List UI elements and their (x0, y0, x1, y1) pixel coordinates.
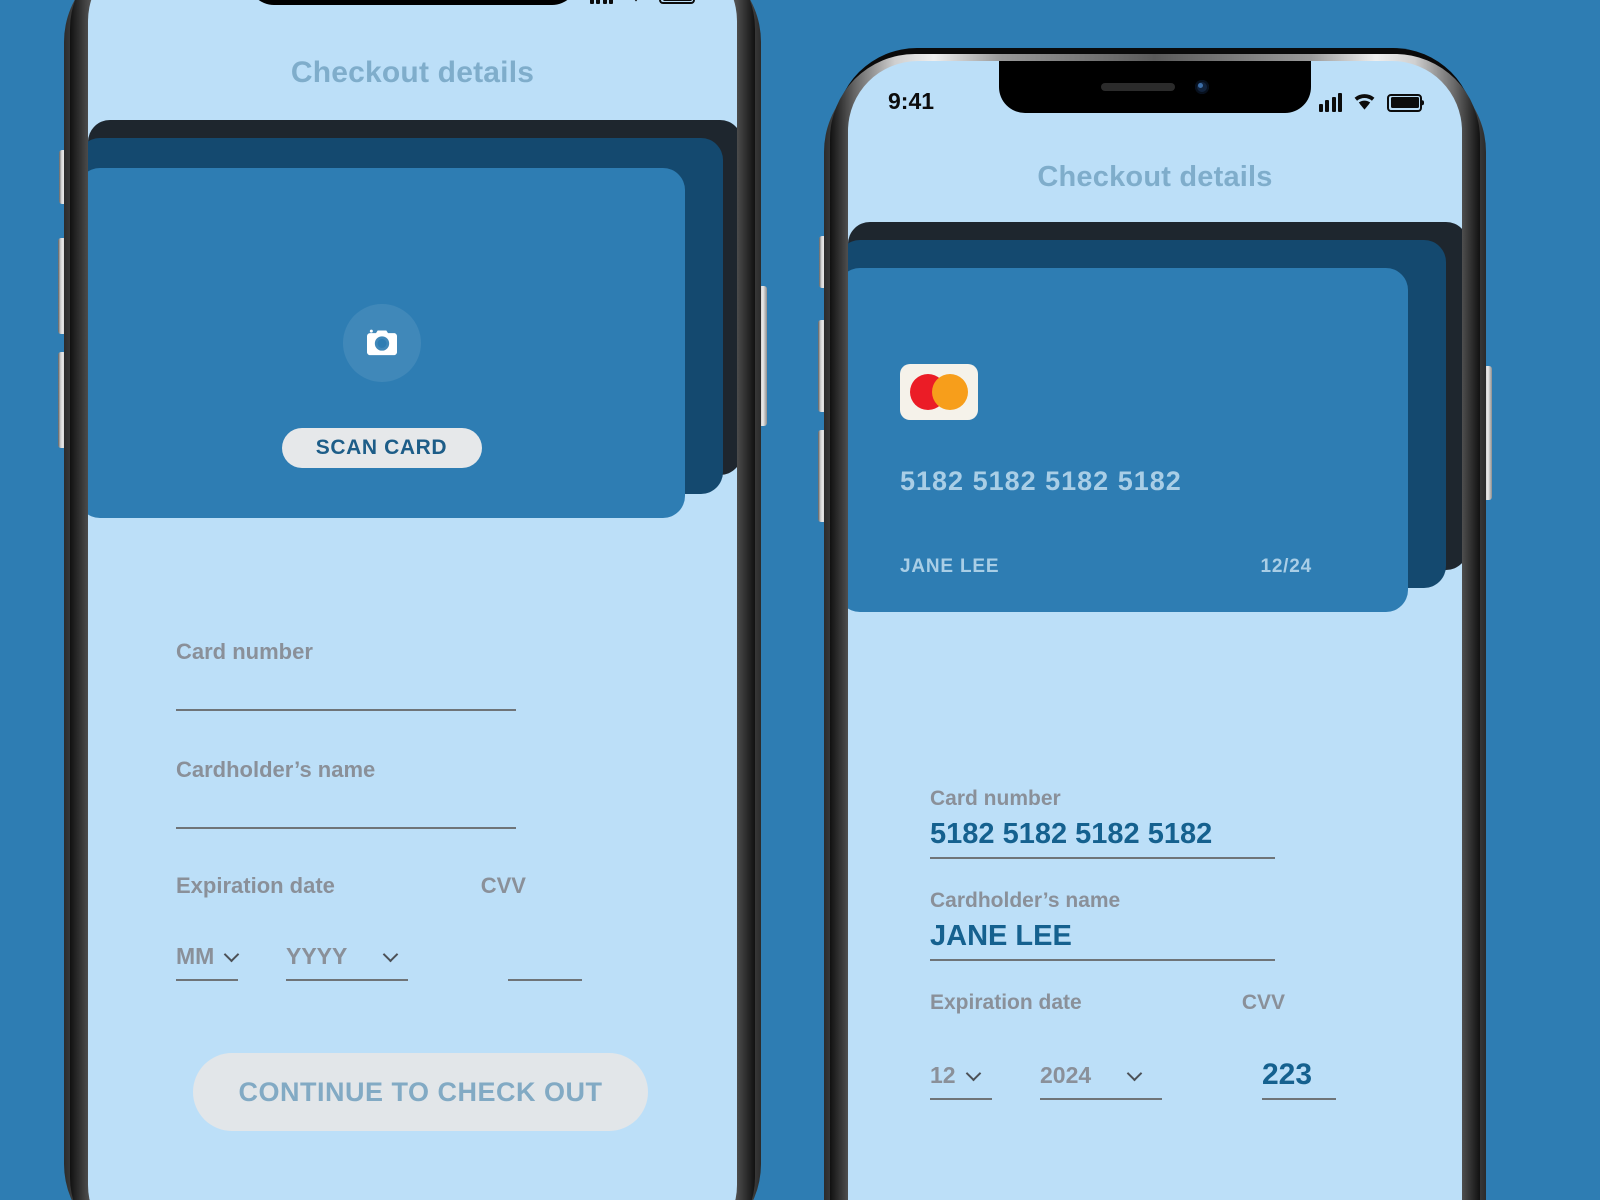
expiration-year-value: 2024 (1040, 1062, 1092, 1088)
card-stack: SCAN CARD (88, 120, 737, 520)
page-title: Checkout details (1037, 161, 1273, 193)
chevron-down-icon (965, 1065, 981, 1082)
expiration-cvv-labels: Expiration date CVV (930, 991, 1285, 1022)
checkout-form: Card number 5182 5182 5182 5182 Cardhold… (848, 787, 1462, 1100)
phone-screen: 9:41 Checkout details (88, 0, 737, 1200)
expiration-month-select[interactable]: MM (176, 943, 286, 970)
card-face-holder: JANE LEE (900, 556, 1000, 577)
mastercard-logo-icon (900, 364, 978, 420)
cvv-input[interactable]: 223 (1262, 1058, 1352, 1092)
camera-icon[interactable] (342, 304, 421, 382)
continue-to-checkout-button[interactable]: CONTINUE TO CHECK OUT (193, 1053, 648, 1131)
card-number-value: 5182 5182 5182 5182 (930, 818, 1213, 850)
card-number-label: Card number (930, 787, 1061, 810)
power-button[interactable] (758, 286, 767, 426)
wifi-icon (1354, 93, 1375, 110)
cvv-underline (1262, 1098, 1336, 1100)
silent-switch[interactable] (819, 236, 827, 288)
status-bar: 9:41 (848, 61, 1462, 119)
status-time: 9:41 (130, 0, 178, 7)
field-cardholder-name[interactable]: Cardholder’s name JANE LEE (930, 889, 1386, 961)
phone-filled-state: 9:41 Checkout details 5182 5182 5182 518… (818, 48, 1492, 1200)
cvv-label: CVV (1241, 991, 1285, 1014)
cvv-label: CVV (480, 873, 526, 898)
chevron-down-icon (383, 946, 399, 963)
card-number-underline (176, 709, 516, 711)
expiration-year-underline (286, 979, 408, 981)
expiration-cvv-inputs: MM YYYY (176, 943, 653, 981)
chevron-down-icon (224, 946, 240, 963)
mastercard-orange-circle (932, 374, 968, 410)
card-face-number: 5182 5182 5182 5182 (900, 466, 1182, 496)
phone-empty-state: 9:41 Checkout details (58, 0, 767, 1200)
chevron-down-icon (1126, 1065, 1143, 1082)
phone-screen: 9:41 Checkout details (848, 61, 1462, 1200)
status-bar: 9:41 (88, 0, 737, 11)
field-cardholder-name[interactable]: Cardholder’s name (176, 757, 653, 829)
checkout-form: Card number Cardholder’s name Expiration… (88, 639, 737, 981)
expiration-month-select[interactable]: 12 (930, 1062, 1040, 1089)
volume-up-button[interactable] (58, 238, 67, 334)
volume-up-button[interactable] (818, 320, 827, 412)
field-card-number[interactable]: Card number 5182 5182 5182 5182 (930, 787, 1386, 859)
expiration-month-underline (930, 1098, 992, 1100)
cardholder-name-value: JANE LEE (930, 920, 1072, 952)
expiration-year-value: YYYY (286, 943, 348, 969)
cardholder-name-label: Cardholder’s name (176, 757, 376, 782)
cardholder-name-underline (930, 959, 1275, 961)
expiration-date-label: Expiration date (176, 873, 335, 898)
silent-switch[interactable] (59, 150, 67, 204)
expiration-year-select[interactable]: YYYY (286, 943, 456, 970)
page-title: Checkout details (290, 56, 535, 89)
card-stack: 5182 5182 5182 5182 JANE LEE 12/24 (848, 222, 1462, 622)
field-card-number[interactable]: Card number (176, 639, 653, 711)
scan-card-area: SCAN CARD (88, 304, 685, 468)
wifi-icon (634, 0, 638, 2)
cellular-bars-icon (1318, 92, 1342, 112)
cardholder-name-label: Cardholder’s name (930, 889, 1121, 912)
card-face-expiry: 12/24 (1260, 556, 1312, 577)
status-time: 9:41 (888, 87, 935, 114)
expiration-month-value: 12 (930, 1062, 956, 1088)
card-layer-front[interactable]: 5182 5182 5182 5182 JANE LEE 12/24 (848, 268, 1408, 612)
cvv-underline (508, 979, 582, 981)
card-number-label: Card number (176, 639, 313, 664)
cvv-value: 223 (1262, 1058, 1313, 1091)
card-layer-front[interactable]: SCAN CARD (88, 168, 685, 518)
volume-down-button[interactable] (818, 430, 827, 522)
battery-icon (659, 0, 695, 4)
scan-card-button[interactable]: SCAN CARD (281, 428, 482, 468)
volume-down-button[interactable] (58, 352, 67, 448)
expiration-year-underline (1040, 1098, 1162, 1100)
expiration-date-label: Expiration date (930, 991, 1082, 1014)
card-number-underline (930, 857, 1275, 859)
expiration-month-value: MM (176, 943, 215, 969)
power-button[interactable] (1483, 366, 1492, 500)
cellular-bars-icon (589, 0, 613, 4)
battery-icon (1387, 93, 1422, 112)
expiration-year-select[interactable]: 2024 (1040, 1062, 1210, 1089)
cardholder-name-underline (176, 827, 516, 829)
expiration-month-underline (176, 979, 238, 981)
expiration-cvv-labels: Expiration date CVV (176, 873, 526, 899)
card-face-footer: JANE LEE 12/24 (900, 556, 1312, 578)
expiration-cvv-inputs: 12 2024 223 (930, 1058, 1386, 1100)
